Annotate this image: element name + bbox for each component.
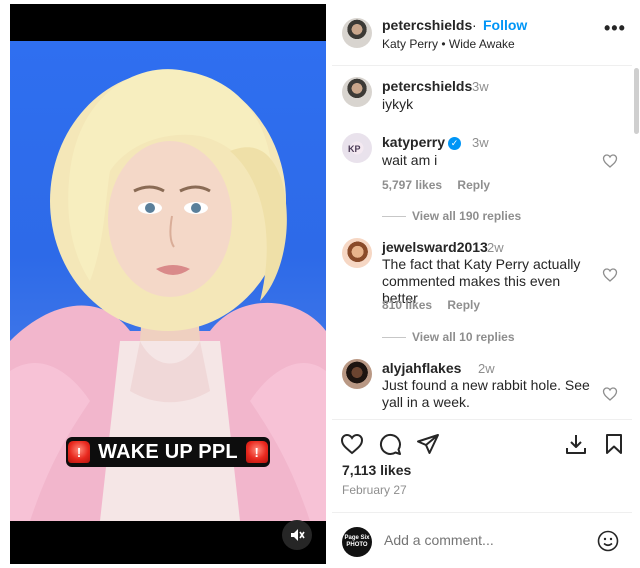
comment-text: iykyk	[382, 96, 414, 112]
view-replies-button[interactable]: View all 10 replies	[382, 330, 515, 344]
video-caption-text: WAKE UP PPL	[98, 440, 238, 463]
divider	[382, 215, 406, 217]
comment-time[interactable]: 3w	[472, 79, 489, 94]
view-replies-button[interactable]: View all 190 replies	[382, 209, 521, 223]
avatar[interactable]	[342, 359, 372, 389]
comment-text: Just found a new rabbit hole. See yall i…	[382, 377, 590, 410]
mute-toggle-button[interactable]	[282, 520, 312, 550]
comment-username[interactable]: katyperry ✓	[382, 134, 462, 150]
police-light-icon: !	[68, 441, 91, 463]
more-horizontal-icon[interactable]: •••	[604, 18, 626, 39]
police-light-icon: !	[245, 441, 268, 463]
comment-username-text[interactable]: katyperry	[382, 134, 445, 150]
avatar-text: Page Six PHOTO	[344, 535, 370, 548]
view-replies-label[interactable]: View all 190 replies	[412, 209, 521, 223]
comment-likes[interactable]: 5,797 likes	[382, 178, 442, 192]
avatar[interactable]	[342, 238, 372, 268]
divider	[382, 336, 406, 338]
comments-list[interactable]: petercshields 3w iykyk KP katyperry ✓ 3w …	[332, 67, 632, 419]
post-sidebar: petercshields · Follow Katy Perry • Wide…	[332, 4, 640, 568]
post-date[interactable]: February 27	[342, 483, 407, 497]
scrollbar[interactable]	[634, 68, 639, 134]
emoji-icon[interactable]	[596, 529, 620, 553]
heart-icon[interactable]	[602, 267, 618, 283]
comment-time[interactable]: 2w	[487, 240, 504, 255]
comment-likes[interactable]: 810 likes	[382, 298, 432, 312]
comment-time[interactable]: 2w	[478, 361, 495, 376]
heart-icon[interactable]	[340, 432, 364, 456]
comment-input[interactable]	[384, 532, 584, 548]
share-icon[interactable]	[416, 432, 440, 456]
comment-text: wait am i	[382, 152, 438, 168]
comment-meta: 810 likes Reply	[382, 298, 492, 312]
avatar-image: KP	[348, 144, 361, 154]
video-caption: ! WAKE UP PPL !	[66, 437, 270, 467]
view-replies-label[interactable]: View all 10 replies	[412, 330, 515, 344]
post-header: petercshields · Follow Katy Perry • Wide…	[332, 4, 632, 66]
current-user-avatar[interactable]: Page Six PHOTO	[342, 527, 372, 557]
comment-time[interactable]: 3w	[472, 135, 489, 150]
avatar[interactable]	[342, 18, 372, 48]
speaker-muted-icon	[291, 529, 305, 541]
comment-icon[interactable]	[378, 432, 402, 456]
post-author-username[interactable]: petercshields	[382, 17, 472, 33]
reply-button[interactable]: Reply	[447, 298, 480, 312]
verified-badge-icon: ✓	[448, 137, 462, 150]
post-actions: 7,113 likes February 27	[332, 419, 632, 519]
separator-dot: ·	[472, 17, 477, 33]
audio-track-link[interactable]: Katy Perry • Wide Awake	[382, 37, 515, 51]
download-icon[interactable]	[564, 432, 588, 456]
comment-username[interactable]: jewelsward2013	[382, 239, 488, 255]
comment-username[interactable]: alyjahflakes	[382, 360, 461, 376]
follow-button[interactable]: Follow	[483, 17, 527, 33]
avatar[interactable]: KP	[342, 133, 372, 163]
heart-icon[interactable]	[602, 386, 618, 402]
bookmark-icon[interactable]	[602, 432, 626, 456]
likes-count[interactable]: 7,113 likes	[342, 462, 411, 478]
comment-username[interactable]: petercshields	[382, 78, 472, 94]
heart-icon[interactable]	[602, 153, 618, 169]
video-player[interactable]: ! WAKE UP PPL !	[10, 4, 326, 564]
avatar[interactable]	[342, 77, 372, 107]
add-comment-bar: Page Six PHOTO	[332, 512, 632, 568]
comment-meta: 5,797 likes Reply	[382, 178, 502, 192]
reply-button[interactable]: Reply	[457, 178, 490, 192]
svg-text:KP: KP	[348, 144, 361, 154]
